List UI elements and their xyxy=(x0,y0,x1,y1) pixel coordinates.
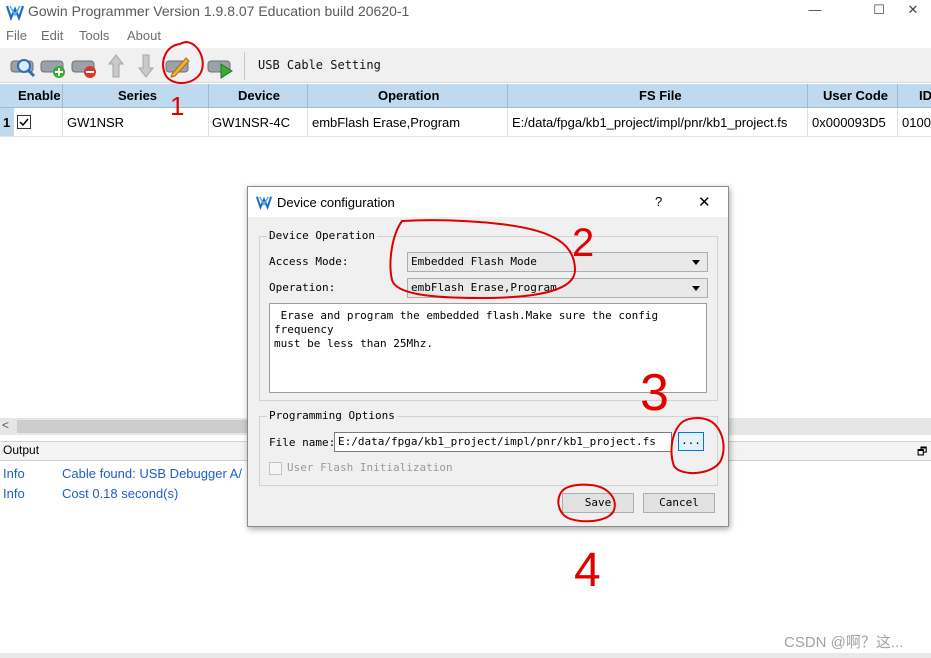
scroll-left-icon[interactable]: < xyxy=(2,418,9,432)
operation-value: embFlash Erase,Program xyxy=(411,281,557,294)
row-number: 1 xyxy=(3,115,11,130)
operation-description: Erase and program the embedded flash.Mak… xyxy=(274,309,659,350)
cancel-button[interactable]: Cancel xyxy=(643,493,715,513)
cell-operation[interactable]: embFlash Erase,Program xyxy=(312,115,460,130)
dropdown-arrow-icon xyxy=(692,260,700,265)
log-level: Info xyxy=(3,486,25,501)
column-divider[interactable] xyxy=(307,84,308,108)
cell-divider xyxy=(62,108,63,136)
watermark: CSDN @啊？这... xyxy=(784,634,904,651)
log-message: Cost 0.18 second(s) xyxy=(62,486,179,501)
scan-device-icon[interactable] xyxy=(9,52,37,80)
program-device-icon[interactable] xyxy=(206,52,234,80)
cell-fs-file[interactable]: E:/data/fpga/kb1_project/impl/pnr/kb1_pr… xyxy=(512,115,804,130)
window-title: Gowin Programmer Version 1.9.8.07 Educat… xyxy=(28,3,410,19)
col-fs-file[interactable]: FS File xyxy=(639,88,682,103)
help-button[interactable]: ? xyxy=(655,194,662,209)
access-mode-label: Access Mode: xyxy=(269,255,349,268)
column-divider[interactable] xyxy=(897,84,898,108)
config-device-icon[interactable] xyxy=(164,52,192,80)
menu-about[interactable]: About xyxy=(127,28,161,43)
access-mode-value: Embedded Flash Mode xyxy=(411,255,537,268)
cell-user-code[interactable]: 0x000093D5 xyxy=(812,115,886,130)
dropdown-arrow-icon xyxy=(692,286,700,291)
float-panel-icon[interactable]: 🗗 xyxy=(917,443,927,462)
col-enable[interactable]: Enable xyxy=(18,88,61,103)
programming-options-group-title: Programming Options xyxy=(267,409,397,422)
gowin-logo-icon xyxy=(6,5,24,21)
cell-id[interactable]: 0100 xyxy=(902,115,931,130)
cell-device[interactable]: GW1NSR-4C xyxy=(212,115,290,130)
column-divider[interactable] xyxy=(507,84,508,108)
operation-label: Operation: xyxy=(269,281,336,294)
menu-edit[interactable]: Edit xyxy=(41,28,63,43)
cell-divider xyxy=(208,108,209,136)
add-device-icon[interactable] xyxy=(39,52,67,80)
usb-cable-setting-button[interactable]: USB Cable Setting xyxy=(258,58,381,72)
col-id[interactable]: ID xyxy=(919,88,931,103)
browse-button[interactable]: ... xyxy=(678,432,704,451)
column-divider[interactable] xyxy=(807,84,808,108)
device-operation-group-title: Device Operation xyxy=(267,229,377,242)
dialog-title: Device configuration xyxy=(277,195,395,210)
scrollbar-thumb[interactable] xyxy=(17,420,257,433)
minimize-button[interactable]: — xyxy=(792,0,838,22)
col-series[interactable]: Series xyxy=(118,88,157,103)
user-flash-init-checkbox[interactable] xyxy=(269,462,282,475)
save-button[interactable]: Save xyxy=(562,493,634,513)
cell-divider xyxy=(307,108,308,136)
log-message: Cable found: USB Debugger A/ xyxy=(62,466,242,481)
column-divider[interactable] xyxy=(208,84,209,108)
gowin-logo-icon xyxy=(256,196,272,210)
cell-divider xyxy=(507,108,508,136)
dialog-close-button[interactable]: ✕ xyxy=(698,193,711,211)
col-user-code[interactable]: User Code xyxy=(823,88,888,103)
column-divider[interactable] xyxy=(62,84,63,108)
output-title: Output xyxy=(3,443,40,457)
toolbar-separator xyxy=(244,52,245,80)
enable-checkbox[interactable] xyxy=(17,115,31,129)
check-icon xyxy=(19,118,29,127)
cell-divider xyxy=(807,108,808,136)
file-name-value: E:/data/fpga/kb1_project/impl/pnr/kb1_pr… xyxy=(338,435,656,448)
remove-device-icon[interactable] xyxy=(70,52,98,80)
cell-divider xyxy=(897,108,898,136)
close-button[interactable]: ✕ xyxy=(890,0,931,22)
user-flash-init-label: User Flash Initialization xyxy=(287,461,453,474)
col-device[interactable]: Device xyxy=(238,88,280,103)
move-down-icon[interactable] xyxy=(132,52,160,80)
cell-series[interactable]: GW1NSR xyxy=(67,115,124,130)
log-level: Info xyxy=(3,466,25,481)
annotation-number: 4 xyxy=(574,544,601,597)
menu-file[interactable]: File xyxy=(6,28,27,43)
move-up-icon[interactable] xyxy=(102,52,130,80)
status-bar xyxy=(0,653,931,658)
file-name-label: File name: xyxy=(269,436,336,449)
menu-tools[interactable]: Tools xyxy=(79,28,109,43)
col-operation[interactable]: Operation xyxy=(378,88,439,103)
